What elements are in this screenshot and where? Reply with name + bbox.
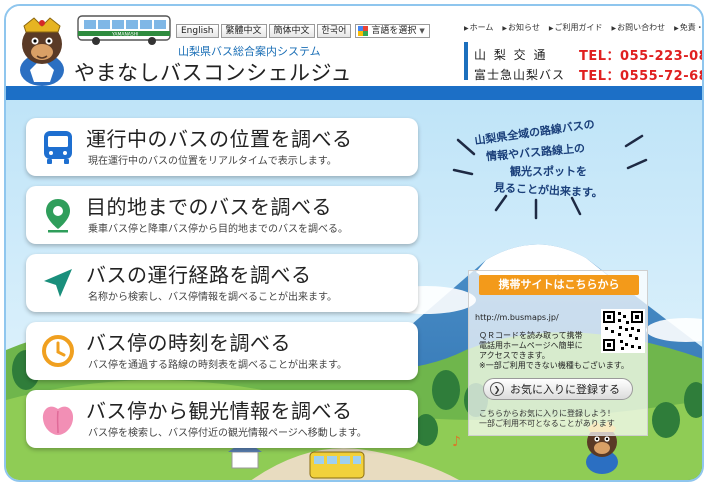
- menu-desc-bus-route: 名称から検索し、バス停情報を調べることが出来ます。: [88, 292, 337, 303]
- favorite-note-line-2: 一部ご利用不可となることがあります: [479, 419, 615, 428]
- clock-icon: [38, 331, 78, 371]
- menu-title-bus-location: 運行中のバスの位置を調べる: [86, 127, 353, 151]
- mascot-icon: [12, 12, 72, 90]
- add-favorite-button[interactable]: ❯ お気に入りに登録する: [483, 378, 633, 400]
- mobile-desc-line-1: ＱＲコードを読み取って携帯: [479, 331, 583, 340]
- contact-company-1: 山 梨 交 通: [474, 48, 548, 62]
- favorite-note-line-1: こちらからお気に入りに登録しよう！: [479, 409, 615, 418]
- mobile-desc-line-4: ※一部ご利用できない機種もございます。: [479, 361, 629, 370]
- top-nav: ホーム お知らせ ご利用ガイド お問い合わせ 免責・注意事項: [464, 22, 702, 33]
- lang-korean-button[interactable]: 한국어: [316, 24, 352, 38]
- mobile-desc-line-3: アクセスできます。: [479, 351, 550, 360]
- chevron-down-icon: ▼: [419, 27, 425, 35]
- language-select-label: 言語を選択: [371, 26, 417, 36]
- nav-guide-link[interactable]: ご利用ガイド: [549, 22, 602, 33]
- menu-desc-bus-location: 現在運行中のバスの位置をリアルタイムで表示します。: [88, 156, 337, 167]
- svg-text:♪: ♪: [452, 434, 461, 450]
- mobile-site-panel: 携帯サイトはこちらから http://m.busmaps.jp/ ＱＲコードを読…: [468, 270, 648, 436]
- lang-simplified-chinese-button[interactable]: 簡体中文: [268, 24, 315, 38]
- mobile-site-url[interactable]: http://m.busmaps.jp/: [475, 313, 559, 322]
- contact-company-2: 富士急山梨バス: [474, 68, 566, 82]
- mobile-desc-line-2: 電話用ホームページへ簡単に: [479, 341, 583, 350]
- nav-news-link[interactable]: お知らせ: [502, 22, 540, 33]
- peach-icon: [38, 399, 78, 439]
- menu-desc-route-search: 乗車バス停と降車バス停から目的地までのバスを調べる。: [88, 224, 348, 235]
- site-title[interactable]: やまなしバスコンシェルジュ: [74, 57, 352, 87]
- language-bar: English 繁體中文 簡体中文 한국어 言語を選択 ▼: [176, 24, 430, 38]
- menu-title-timetable: バス停の時刻を調べる: [86, 331, 291, 355]
- mobile-site-heading[interactable]: 携帯サイトはこちらから: [479, 275, 639, 295]
- nav-home-link[interactable]: ホーム: [464, 22, 494, 33]
- nav-contact-link[interactable]: お問い合わせ: [611, 22, 665, 33]
- menu-card-tourism[interactable]: バス停から観光情報を調べる バス停を検索し、バス停付近の観光情報ページへ移動しま…: [26, 390, 418, 448]
- bus-logo-text: YAMANASHI: [111, 32, 138, 38]
- lang-traditional-chinese-button[interactable]: 繁體中文: [220, 24, 267, 38]
- language-select[interactable]: 言語を選択 ▼: [355, 24, 430, 38]
- menu-title-tourism: バス停から観光情報を調べる: [86, 399, 353, 423]
- nav-disclaimer-link[interactable]: 免責・注意事項: [674, 22, 702, 33]
- navigation-arrow-icon: [38, 263, 78, 303]
- menu-desc-tourism: バス停を検索し、バス停付近の観光情報ページへ移動します。: [88, 428, 367, 439]
- google-translate-icon: [358, 26, 369, 36]
- menu-card-bus-location[interactable]: 運行中のバスの位置を調べる 現在運行中のバスの位置をリアルタイムで表示します。: [26, 118, 418, 176]
- menu-title-bus-route: バスの運行経路を調べる: [86, 263, 312, 287]
- site-header: YAMANASHI English 繁體中文 簡体中文 한국어 言語を選択 ▼ …: [6, 6, 702, 94]
- mobile-site-description: ＱＲコードを読み取って携帯 電話用ホームページへ簡単に アクセスできます。 ※一…: [479, 331, 629, 371]
- contact-tel-2: TEL：0555-72-6877: [579, 69, 702, 84]
- lang-english-button[interactable]: English: [176, 24, 219, 38]
- arrow-right-icon: ❯: [490, 382, 504, 396]
- header-stripe: [6, 86, 702, 100]
- contact-tel-1: TEL：055-223-0821: [579, 49, 702, 64]
- menu-title-route-search: 目的地までのバスを調べる: [86, 195, 332, 219]
- menu-card-bus-route[interactable]: バスの運行経路を調べる 名称から検索し、バス停情報を調べることが出来ます。: [26, 254, 418, 312]
- bus-logo-icon: YAMANASHI: [76, 14, 172, 50]
- menu-card-route-search[interactable]: 目的地までのバスを調べる 乗車バス停と降車バス停から目的地までのバスを調べる。: [26, 186, 418, 244]
- add-favorite-label: お気に入りに登録する: [510, 383, 620, 396]
- tagline-line-3: 観光スポットを: [510, 165, 587, 178]
- bus-icon: [38, 127, 78, 167]
- menu-desc-timetable: バス停を通過する路線の時刻表を調べることが出来ます。: [88, 360, 347, 371]
- contact-divider: [464, 42, 468, 80]
- location-pin-icon: [38, 195, 78, 235]
- page-frame: YAMANASHI English 繁體中文 簡体中文 한국어 言語を選択 ▼ …: [4, 4, 704, 482]
- menu-card-timetable[interactable]: バス停の時刻を調べる バス停を通過する路線の時刻表を調べることが出来ます。: [26, 322, 418, 380]
- favorite-note: こちらからお気に入りに登録しよう！ 一部ご利用不可となることがあります: [479, 409, 615, 429]
- qr-code-icon: [601, 309, 645, 353]
